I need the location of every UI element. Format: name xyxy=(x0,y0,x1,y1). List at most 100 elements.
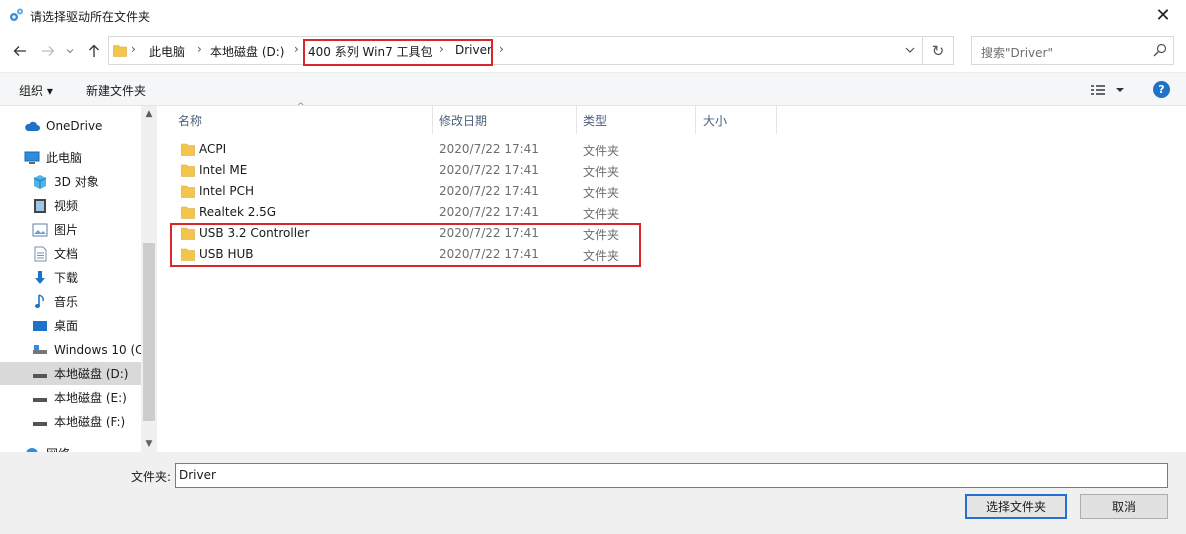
organize-button[interactable]: 组织 ▾ xyxy=(19,82,53,99)
back-button[interactable] xyxy=(9,40,31,62)
file-type: 文件夹 xyxy=(583,207,620,221)
sidebar-item-label: OneDrive xyxy=(46,118,103,133)
sidebar-item-label: 本地磁盘 (D:) xyxy=(54,367,129,381)
folder-field[interactable]: Driver xyxy=(175,463,1168,488)
sort-ascending-icon: ^ xyxy=(297,102,305,112)
document-icon xyxy=(32,246,48,262)
sidebar-item-label: 本地磁盘 (E:) xyxy=(54,391,127,405)
sidebar-item-videos[interactable]: 视频 xyxy=(0,194,157,217)
sidebar-item-drive-e[interactable]: 本地磁盘 (E:) xyxy=(0,386,157,409)
folder-icon xyxy=(113,45,127,57)
sidebar-item-label: 网络 xyxy=(46,445,70,452)
file-name: Intel ME xyxy=(199,163,248,177)
scrollbar-thumb[interactable] xyxy=(143,243,155,421)
close-button[interactable]: ✕ xyxy=(1140,0,1186,31)
sidebar-item-pictures[interactable]: 图片 xyxy=(0,218,157,241)
view-options-button[interactable] xyxy=(1090,82,1130,98)
up-button[interactable] xyxy=(83,40,105,62)
sidebar-item-documents[interactable]: 文档 xyxy=(0,242,157,265)
window-title: 请选择驱动所在文件夹 xyxy=(30,10,151,24)
sidebar-item-3d-objects[interactable]: 3D 对象 xyxy=(0,170,157,193)
bottom-panel: 文件夹: Driver 选择文件夹 取消 xyxy=(0,452,1186,534)
sidebar-item-drive-f[interactable]: 本地磁盘 (F:) xyxy=(0,410,157,433)
sidebar-item-label: 文档 xyxy=(54,247,79,261)
music-icon xyxy=(32,293,48,310)
address-row: › 此电脑 › 本地磁盘 (D:) › 400 系列 Win7 工具包 › Dr… xyxy=(0,31,1186,71)
sidebar-item-downloads[interactable]: 下载 xyxy=(0,266,157,289)
folder-icon xyxy=(181,164,195,177)
file-date: 2020/7/22 17:41 xyxy=(439,205,539,219)
search-input[interactable]: 搜索"Driver" xyxy=(971,36,1174,65)
column-divider xyxy=(576,106,577,134)
select-folder-label: 选择文件夹 xyxy=(985,500,1046,514)
sidebar-item-label: 此电脑 xyxy=(46,151,83,165)
address-bar[interactable]: › 此电脑 › 本地磁盘 (D:) › 400 系列 Win7 工具包 › Dr… xyxy=(108,36,954,65)
forward-button[interactable] xyxy=(37,40,59,62)
sidebar-item-label: 桌面 xyxy=(54,319,79,333)
sidebar-item-onedrive[interactable]: OneDrive xyxy=(0,114,157,137)
recent-locations-button[interactable] xyxy=(63,40,77,62)
sidebar-item-desktop[interactable]: 桌面 xyxy=(0,314,157,337)
cube-icon xyxy=(32,174,48,190)
sidebar-item-this-pc[interactable]: 此电脑 xyxy=(0,146,157,169)
drive-icon xyxy=(32,366,48,382)
column-header-type[interactable]: 类型 xyxy=(583,112,607,134)
column-header-date[interactable]: 修改日期 xyxy=(439,112,487,134)
scroll-up-icon[interactable]: ▲ xyxy=(141,106,157,122)
column-divider xyxy=(776,106,777,134)
details-view-icon xyxy=(1091,85,1124,95)
breadcrumb-drive-d[interactable]: 本地磁盘 (D:) xyxy=(210,43,284,60)
column-header-size[interactable]: 大小 xyxy=(703,112,727,134)
file-name: Intel PCH xyxy=(199,184,255,198)
file-date: 2020/7/22 17:41 xyxy=(439,142,539,156)
search-placeholder: 搜索"Driver" xyxy=(981,46,1053,60)
breadcrumb-this-pc[interactable]: 此电脑 xyxy=(149,43,185,60)
command-toolbar: 组织 ▾ 新建文件夹 ? xyxy=(0,72,1186,106)
file-row[interactable]: Intel PCH 2020/7/22 17:41 文件夹 xyxy=(177,181,777,202)
column-divider xyxy=(695,106,696,134)
file-date: 2020/7/22 17:41 xyxy=(439,163,539,177)
file-row[interactable]: Intel ME 2020/7/22 17:41 文件夹 xyxy=(177,160,777,181)
cloud-icon xyxy=(24,118,40,134)
folder-icon xyxy=(181,185,195,198)
arrow-up-icon xyxy=(89,44,99,57)
file-type: 文件夹 xyxy=(583,186,620,200)
column-divider xyxy=(432,106,433,134)
file-list: ^ 名称 修改日期 类型 大小 ACPI 2020/7/22 17:41 文件夹… xyxy=(157,102,1186,452)
arrow-right-icon xyxy=(42,46,55,56)
breadcrumb-highlight-box xyxy=(303,39,493,66)
address-dropdown[interactable] xyxy=(901,41,919,59)
gear-icon xyxy=(10,8,23,21)
chevron-right-icon: › xyxy=(197,42,202,56)
search-icon xyxy=(1153,43,1167,57)
folder-field-value: Driver xyxy=(179,468,216,482)
refresh-button[interactable]: ↻ xyxy=(922,37,953,64)
computer-icon xyxy=(24,150,40,166)
file-row[interactable]: ACPI 2020/7/22 17:41 文件夹 xyxy=(177,139,777,160)
picture-icon xyxy=(32,222,48,238)
navigation-pane: OneDrive 此电脑 3D 对象 视频 图片 文档 下载 音乐 桌面 Win… xyxy=(0,106,157,452)
file-name: Realtek 2.5G xyxy=(199,205,277,219)
column-header-name[interactable]: 名称 xyxy=(178,112,202,134)
select-folder-button[interactable]: 选择文件夹 xyxy=(965,494,1067,519)
rows-highlight-box xyxy=(170,223,641,267)
file-name: ACPI xyxy=(199,142,227,156)
sidebar-item-network[interactable]: 网络 xyxy=(0,442,157,452)
drive-icon xyxy=(32,390,48,406)
close-icon: ✕ xyxy=(1155,5,1171,26)
navigation-scrollbar[interactable]: ▲ ▼ xyxy=(141,106,157,452)
download-icon xyxy=(32,270,48,286)
help-icon[interactable]: ? xyxy=(1153,81,1170,98)
cancel-button[interactable]: 取消 xyxy=(1080,494,1168,519)
sidebar-item-music[interactable]: 音乐 xyxy=(0,290,157,313)
sidebar-item-label: Windows 10 (C xyxy=(54,342,144,357)
sidebar-item-drive-d[interactable]: 本地磁盘 (D:) xyxy=(0,362,157,385)
file-row[interactable]: Realtek 2.5G 2020/7/22 17:41 文件夹 xyxy=(177,202,777,223)
file-type: 文件夹 xyxy=(583,165,620,179)
folder-icon xyxy=(181,206,195,219)
scroll-down-icon[interactable]: ▼ xyxy=(141,436,157,452)
new-folder-button[interactable]: 新建文件夹 xyxy=(86,82,146,99)
sidebar-item-drive-c[interactable]: Windows 10 (C xyxy=(0,338,157,361)
sidebar-item-label: 下载 xyxy=(54,271,79,285)
sidebar-item-label: 本地磁盘 (F:) xyxy=(54,415,126,429)
